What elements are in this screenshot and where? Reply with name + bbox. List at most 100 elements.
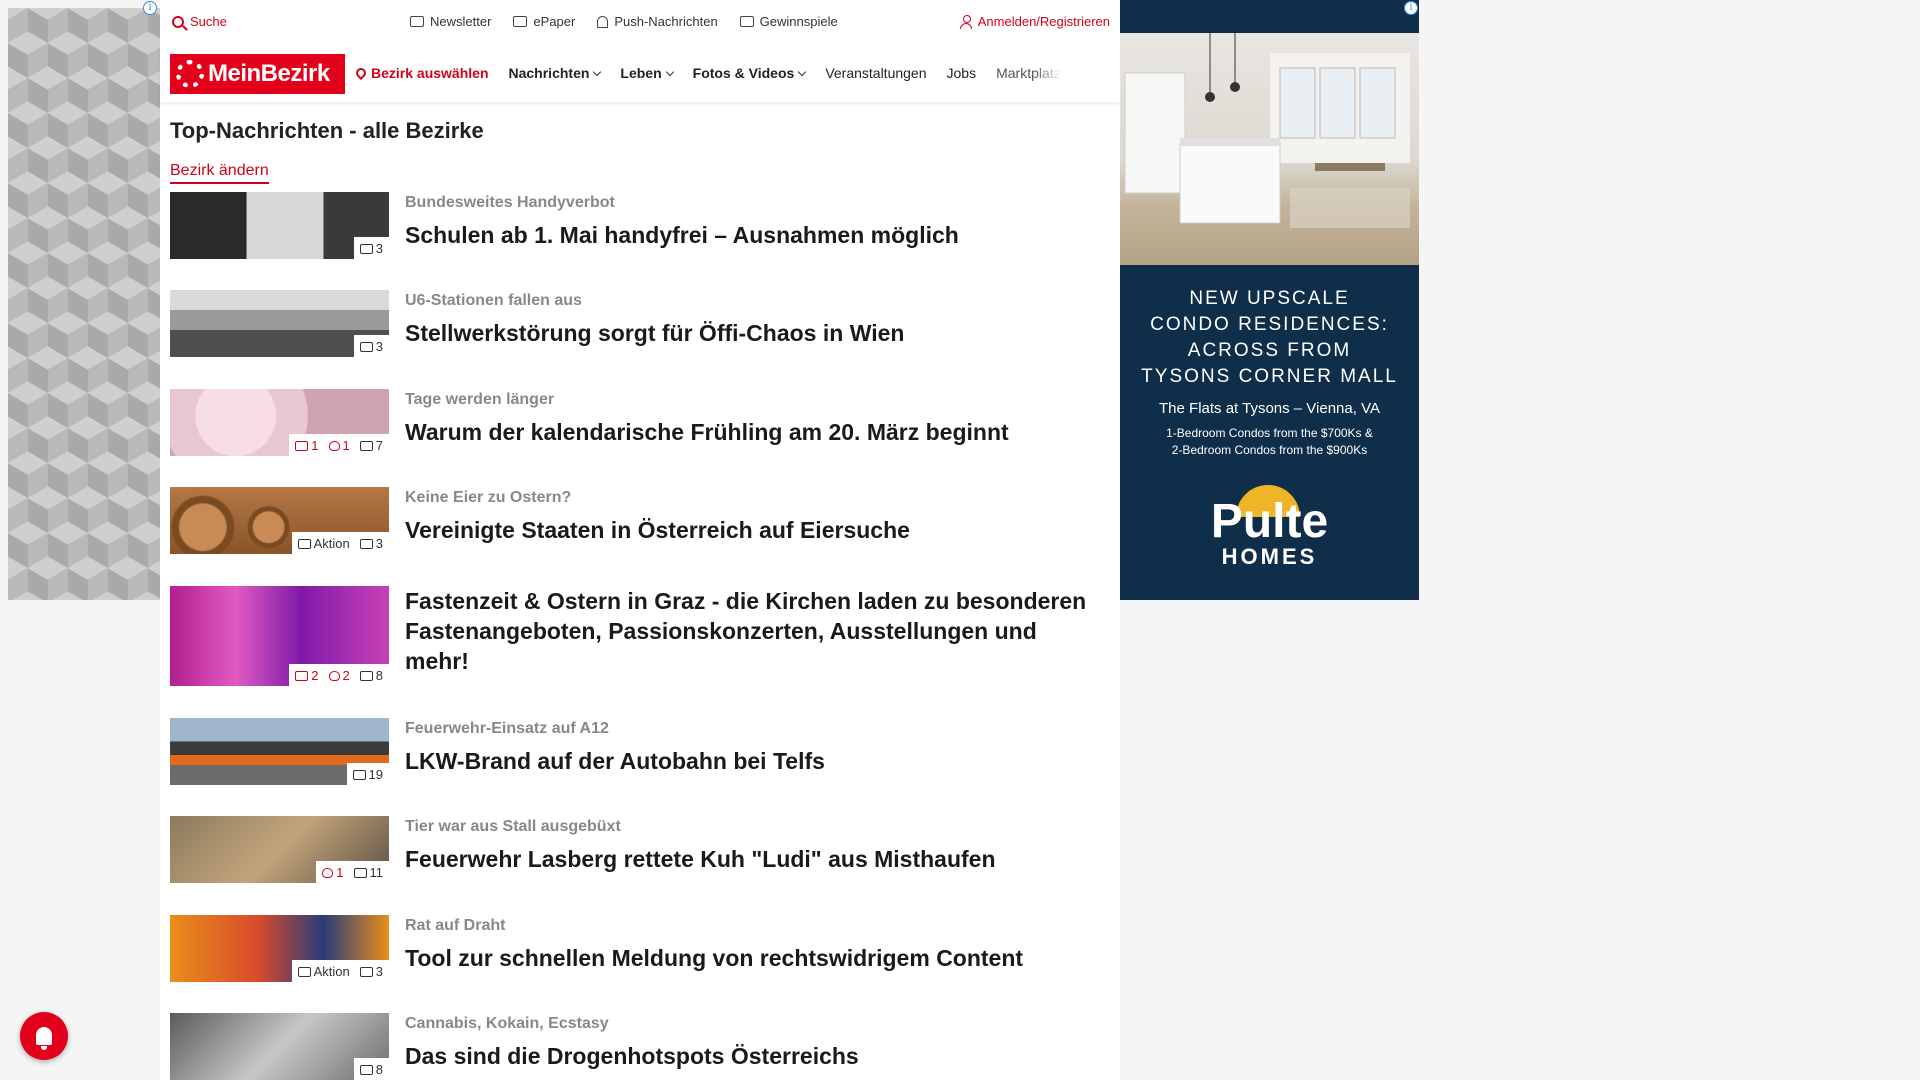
right-display-ad[interactable]: i NEW UPSCALE CONDO RESIDENCES: ACROSS F…: [1120, 0, 1419, 600]
article-thumbnail[interactable]: Aktion 3: [170, 915, 389, 982]
article-headline[interactable]: Feuerwehr Lasberg rettete Kuh "Ludi" aus…: [405, 844, 1105, 874]
gallery-icon: [359, 670, 373, 681]
gallery-icon: [359, 966, 373, 977]
article-thumbnail[interactable]: 2 2 8: [170, 586, 389, 686]
thumbnail-stats: 8: [353, 1058, 389, 1080]
article-headline[interactable]: Fastenzeit & Ostern in Graz - die Kirche…: [405, 586, 1105, 676]
mail-icon: [410, 16, 424, 27]
article-headline[interactable]: Schulen ab 1. Mai handyfrei – Ausnahmen …: [405, 220, 1105, 250]
article-headline[interactable]: Warum der kalendarische Frühling am 20. …: [405, 417, 1105, 447]
search-label: Suche: [190, 14, 227, 29]
thumbnail-stats: Aktion 3: [291, 960, 389, 982]
nav-veranstaltungen[interactable]: Veranstaltungen: [825, 65, 926, 81]
change-region-link[interactable]: Bezirk ändern: [170, 162, 269, 184]
comment-icon: [295, 670, 309, 681]
nav-marktplatz[interactable]: Marktplatz: [996, 65, 1061, 81]
ad-detail-line: 2-Bedroom Condos from the $900Ks: [1171, 443, 1368, 457]
gift-icon: [739, 16, 754, 27]
login-link[interactable]: Anmelden/Registrieren: [959, 14, 1110, 29]
photos-count: 3: [359, 338, 383, 354]
article-thumbnail[interactable]: 3: [170, 192, 389, 259]
nav-leben[interactable]: Leben: [620, 65, 674, 81]
article-headline[interactable]: Vereinigte Staaten in Österreich auf Eie…: [405, 515, 1105, 545]
article-kicker: Bundesweites Handyverbot: [405, 194, 615, 211]
photos-count: 3: [359, 964, 383, 979]
location-pin-icon: [356, 65, 369, 81]
ad-brand-logo: Pulte HOMES: [1120, 498, 1419, 570]
nav-fotos-videos[interactable]: Fotos & Videos: [693, 65, 807, 81]
comments-count: 1: [295, 437, 319, 453]
likes-count: 2: [328, 667, 350, 683]
gallery-icon: [359, 1064, 373, 1075]
logo-text: MeinBezirk: [208, 60, 330, 87]
article-kicker: Cannabis, Kokain, Ecstasy: [405, 1015, 609, 1032]
thumbnail-stats: 3: [353, 237, 389, 259]
photos-value: 3: [375, 338, 383, 354]
likes-count: 1: [328, 437, 350, 453]
gallery-icon: [359, 341, 373, 352]
likes-value: 1: [342, 437, 350, 453]
article-headline[interactable]: LKW-Brand auf der Autobahn bei Telfs: [405, 746, 1105, 776]
nav-items: Bezirk auswählen Nachrichten Leben Fotos…: [356, 65, 1104, 81]
search-icon: [172, 15, 184, 28]
nav-leben-label: Leben: [620, 65, 662, 81]
main-navigation: MeinBezirk Bezirk auswählen Nachrichten …: [160, 46, 1120, 102]
aktion-count: Aktion: [297, 535, 350, 551]
ad-brand-bottom: HOMES: [1221, 544, 1318, 569]
bell-icon: [36, 1027, 52, 1050]
epaper-link[interactable]: ePaper: [513, 14, 575, 29]
user-icon: [959, 14, 972, 29]
nav-nachrichten[interactable]: Nachrichten: [509, 65, 602, 81]
heart-icon: [328, 440, 340, 451]
article-thumbnail[interactable]: Aktion 3: [170, 487, 389, 554]
photos-count: 3: [359, 536, 383, 551]
login-label: Anmelden/Registrieren: [977, 14, 1110, 29]
left-skyscraper-ad[interactable]: [8, 8, 160, 600]
trophy-icon: [297, 538, 311, 549]
article-kicker: Tage werden länger: [405, 391, 555, 408]
article-headline[interactable]: Das sind die Drogenhotspots Österreichs: [405, 1041, 1105, 1071]
article-thumbnail[interactable]: 1 11: [170, 816, 389, 883]
photos-count: 19: [352, 767, 383, 782]
article-kicker: Feuerwehr-Einsatz auf A12: [405, 720, 609, 737]
thumbnail-stats: 19: [346, 763, 389, 785]
newspaper-icon: [513, 16, 528, 27]
bell-icon: [597, 15, 609, 28]
chevron-down-icon: [798, 67, 807, 77]
gewinnspiele-label: Gewinnspiele: [759, 14, 838, 29]
ad-headline-line: CONDO RESIDENCES:: [1150, 314, 1389, 335]
ad-headline-line: TYSONS CORNER MALL: [1141, 366, 1398, 387]
likes-count: 1: [322, 865, 344, 880]
ad-photo-illustration: [1124, 33, 1410, 228]
article-headline[interactable]: Tool zur schnellen Meldung von rechtswid…: [405, 943, 1105, 973]
gallery-icon: [359, 440, 373, 451]
article-thumbnail[interactable]: 8: [170, 1013, 389, 1080]
photos-value: 3: [375, 240, 383, 256]
article-thumbnail[interactable]: 3: [170, 290, 389, 357]
ad-subtitle: The Flats at Tysons – Vienna, VA: [1159, 400, 1380, 417]
page-title: Top-Nachrichten - alle Bezirke: [170, 118, 484, 143]
heart-icon: [328, 670, 340, 681]
gewinnspiele-link[interactable]: Gewinnspiele: [739, 14, 838, 29]
ad-details: 1-Bedroom Condos from the $700Ks & 2-Bed…: [1120, 425, 1419, 459]
photos-value: 11: [369, 864, 384, 880]
nav-jobs[interactable]: Jobs: [947, 65, 977, 81]
photos-count: 8: [359, 668, 383, 683]
search-link[interactable]: Suche: [172, 14, 227, 29]
newsletter-link[interactable]: Newsletter: [410, 14, 491, 29]
site-logo[interactable]: MeinBezirk: [170, 54, 345, 94]
ad-info-icon[interactable]: i: [143, 1, 157, 15]
article-thumbnail[interactable]: 1 1 7: [170, 389, 389, 456]
epaper-label: ePaper: [533, 14, 576, 29]
article-thumbnail[interactable]: 19: [170, 718, 389, 785]
aktion-value: Aktion: [313, 535, 350, 551]
push-notification-button[interactable]: [20, 1012, 68, 1060]
ad-choices-icon[interactable]: i: [1404, 1, 1418, 15]
comments-value: 1: [311, 437, 319, 453]
article-kicker: U6-Stationen fallen aus: [405, 292, 582, 309]
likes-value: 2: [342, 667, 350, 683]
article-headline[interactable]: Stellwerkstörung sorgt für Öffi-Chaos in…: [405, 318, 1105, 348]
push-link[interactable]: Push-Nachrichten: [597, 14, 718, 29]
push-label: Push-Nachrichten: [614, 14, 718, 29]
region-select[interactable]: Bezirk auswählen: [356, 65, 489, 81]
